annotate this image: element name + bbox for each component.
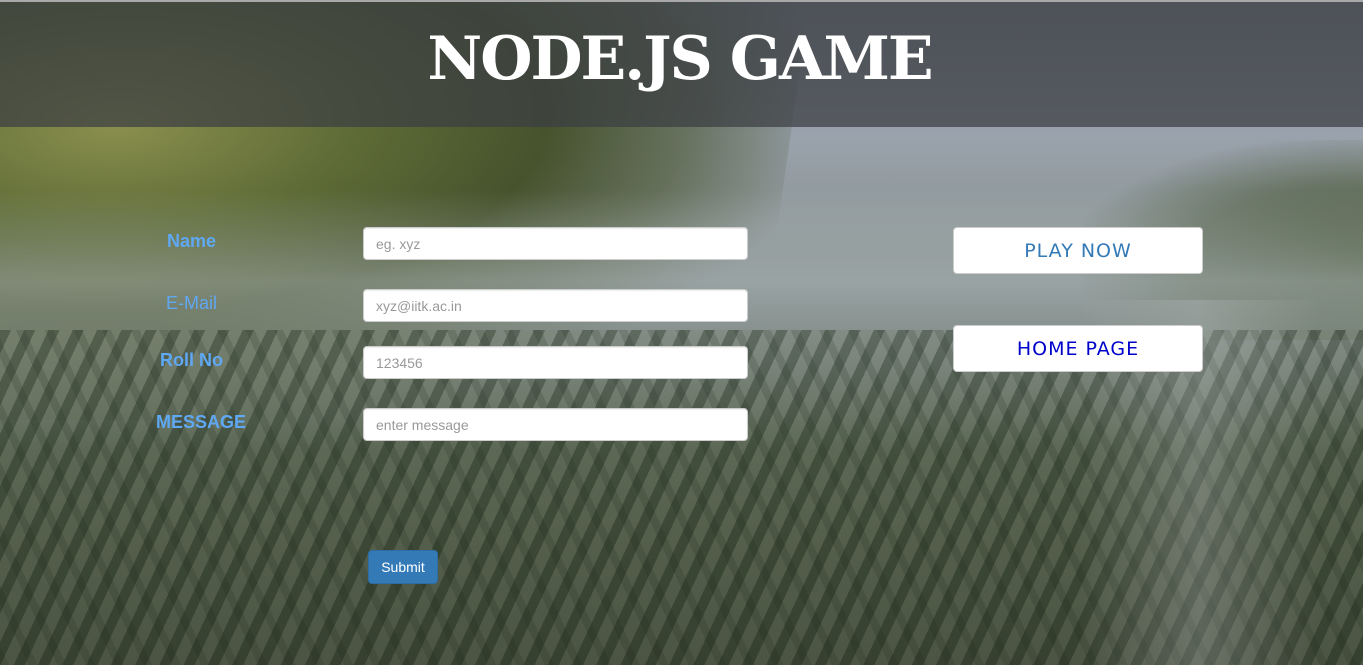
roll-no-input[interactable] — [363, 346, 748, 379]
header-banner: NODE.JS GAME — [0, 0, 1363, 127]
name-label: Name — [167, 231, 217, 251]
message-input[interactable] — [363, 408, 748, 441]
submit-button[interactable]: Submit — [368, 550, 438, 584]
page-title: NODE.JS GAME — [427, 24, 933, 94]
home-page-button[interactable]: HOME PAGE — [953, 325, 1203, 372]
email-label: E-Mail — [166, 293, 218, 313]
play-now-button[interactable]: PLAY NOW — [953, 227, 1203, 274]
email-input[interactable] — [363, 289, 748, 322]
roll-no-label: Roll No — [160, 350, 223, 370]
message-label: MESSAGE — [156, 412, 247, 432]
name-input[interactable] — [363, 227, 748, 260]
